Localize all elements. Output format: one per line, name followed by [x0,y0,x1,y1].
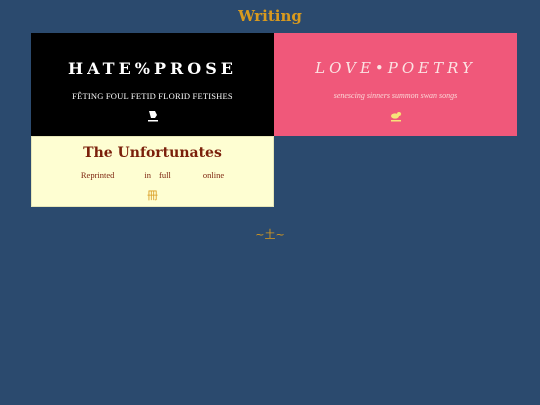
love-poetry-title[interactable]: LOVE•POETRY [274,59,517,77]
book-icon: 冊 [147,189,158,202]
hate-prose-subtitle: FÊTING FOUL FETID FLORID FETISHES [72,91,233,101]
unfortunates-subtitle: Reprinted in full online [32,170,273,180]
love-poetry-card[interactable]: LOVE•POETRY senescing sinners summon swa… [274,33,517,136]
hate-prose-title[interactable]: HATE%PROSE [31,59,274,78]
bird-icon [274,109,517,126]
page-title: Writing [238,7,302,25]
unfortunates-title[interactable]: The Unfortunates [32,145,273,161]
subtitle-word: online [202,170,225,180]
hate-prose-card[interactable]: HATE%PROSE FÊTING FOUL FETID FLORID FETI… [31,33,274,136]
subtitle-word: Reprinted [80,170,115,180]
love-poetry-subtitle: senescing sinners summon swan songs [333,91,458,100]
subtitle-word: full [159,170,171,180]
subtitle-word: in [144,170,152,180]
unfortunates-card[interactable]: The Unfortunates Reprinted in full onlin… [31,136,274,207]
quill-pen-icon [31,109,274,126]
writing-page: Writing HATE%PROSE FÊTING FOUL FETID FLO… [0,0,540,405]
footer-mark[interactable]: ~土~ [0,226,540,242]
